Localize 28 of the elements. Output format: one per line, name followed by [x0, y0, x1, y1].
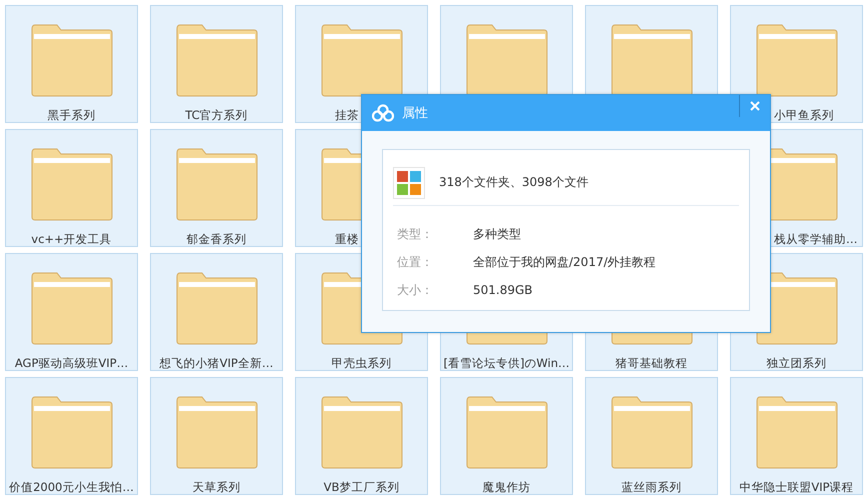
folder-name: vc++开发工具	[31, 232, 112, 246]
folder-name: 天草系列	[192, 480, 240, 494]
item-count-summary: 318个文件夹、3098个文件	[439, 174, 588, 191]
folder-name: 中华隐士联盟VIP课程	[739, 480, 854, 494]
folder-name: 蓝丝雨系列	[622, 480, 682, 494]
folder-name: 猪哥基础教程	[616, 356, 688, 370]
property-value: 501.89GB	[473, 283, 533, 297]
folder-name: 甲壳虫系列	[332, 356, 392, 370]
folder-name: 黑手系列	[48, 108, 96, 122]
dialog-title: 属性	[402, 105, 428, 122]
folder-name: [看雪论坛专供]のWin…	[443, 356, 570, 370]
folder-name: 重楼	[335, 232, 359, 246]
folder-name: 小甲鱼系列	[774, 108, 834, 122]
folder-name: 魔鬼作坊	[482, 480, 530, 494]
folder-name: VB梦工厂系列	[324, 480, 400, 494]
folder-name: AGP驱动高级班VIP…	[14, 356, 128, 370]
folder-name: 挂茶	[335, 108, 359, 122]
property-label: 大小：	[397, 282, 434, 298]
folder-name: 郁金香系列	[186, 232, 246, 246]
folder-name: 价值2000元小生我怕…	[9, 480, 134, 494]
property-value: 全部位于我的网盘/2017/外挂教程	[473, 254, 656, 270]
folder-name: TC官方系列	[185, 108, 248, 122]
folder-name: 栈从零学辅助…	[774, 232, 858, 246]
property-value: 多种类型	[473, 226, 521, 242]
folder-name: 想飞的小猪VIP全新…	[160, 356, 274, 370]
folder-name: 独立团系列	[766, 356, 826, 370]
property-label: 类型：	[397, 226, 434, 242]
property-label: 位置：	[397, 254, 434, 270]
